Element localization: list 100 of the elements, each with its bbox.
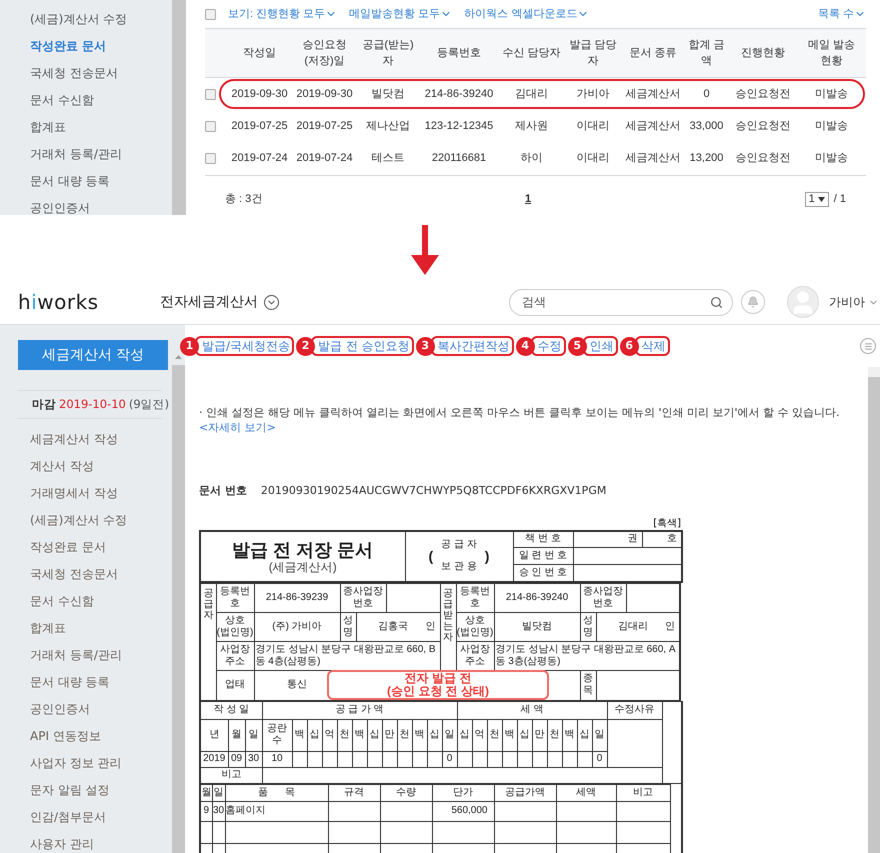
column-header: 등록번호: [436, 46, 482, 61]
action-link[interactable]: 삭제: [634, 336, 670, 356]
table-cell: 일: [212, 784, 225, 801]
invoice-title: 발급 전 저장 문서: [231, 539, 374, 561]
sidebar-item[interactable]: 인감/첨부문서: [30, 808, 172, 826]
number-badge: 6: [620, 336, 639, 356]
table-cell: 560,000: [432, 801, 494, 821]
column-header: 승인요청 (저장)일: [302, 38, 348, 69]
sidebar-item[interactable]: 거래처 등록/관리: [30, 646, 172, 664]
table-cell: 9: [200, 801, 212, 821]
checkbox[interactable]: [205, 8, 216, 20]
scroll-up-icon[interactable]: [175, 354, 182, 358]
action-link[interactable]: 발급 전 승인요청: [311, 336, 414, 356]
user-menu[interactable]: 가비아: [829, 293, 879, 311]
write-invoice-button[interactable]: 세금계산서 작성: [18, 340, 168, 370]
sidebar-item[interactable]: 합계표: [30, 118, 172, 136]
dropdown-icon[interactable]: [264, 294, 279, 310]
table-cell: 억: [322, 719, 338, 751]
action-link[interactable]: 복사간편작성: [430, 336, 514, 356]
sidebar-item[interactable]: 공인인증서: [30, 199, 172, 215]
sidebar-item[interactable]: 사용자 관리: [30, 835, 172, 853]
menu-icon[interactable]: [860, 338, 876, 354]
table-cell-text: 220116681: [430, 150, 488, 166]
table-cell: 책 번 호: [513, 530, 573, 548]
sidebar-item[interactable]: 사업자 정보 관리: [30, 754, 172, 772]
filter-dropdown[interactable]: 메일발송현황 모두: [349, 6, 452, 22]
sidebar-item[interactable]: 문자 알림 설정: [30, 781, 172, 799]
filter-dropdown[interactable]: 보기: 진행현황 모두: [228, 6, 338, 22]
avatar[interactable]: [787, 286, 819, 318]
sidebar-item[interactable]: 국세청 전송문서: [30, 565, 172, 583]
number-badge: 3: [416, 336, 435, 356]
table-cell: 등록번호: [216, 583, 254, 612]
column-header: 발급 담당자: [568, 38, 618, 69]
table-cell-text: 123-12-12345: [424, 118, 494, 134]
sidebar-item[interactable]: API 연동정보: [30, 727, 172, 745]
table-cell-text: 세금계산서: [624, 86, 682, 102]
scrollbar[interactable]: [868, 367, 880, 853]
sidebar-item[interactable]: 합계표: [30, 619, 172, 637]
scrollbar[interactable]: [172, 348, 185, 853]
sidebar-item[interactable]: 문서 대량 등록: [30, 172, 172, 190]
sidebar-item[interactable]: 국세청 전송문서: [30, 64, 172, 82]
table-cell-text: 214-86-39240: [424, 86, 494, 102]
details-link[interactable]: <자세히 보기>: [199, 421, 276, 434]
table-cell: 억: [472, 719, 488, 751]
notification-button[interactable]: [741, 290, 765, 314]
sidebar-item[interactable]: 문서 수신함: [30, 592, 172, 610]
representative-name: 김대리: [616, 620, 649, 632]
table-cell: 만: [382, 719, 398, 751]
action-link[interactable]: 인쇄: [582, 336, 618, 356]
checkbox[interactable]: [205, 120, 216, 132]
sidebar-item[interactable]: 작성완료 문서: [30, 538, 172, 556]
scrollbar[interactable]: [172, 0, 186, 215]
table-cell-text: 미발송: [814, 86, 849, 102]
table-cell-text: 이대리: [576, 150, 610, 166]
table-cell: 십: [457, 719, 472, 751]
table-cell: 규격: [328, 784, 380, 801]
table-cell-text: 세금계산서: [624, 118, 682, 134]
table-cell: 품 목: [225, 784, 328, 801]
table-cell: 비고: [200, 767, 262, 783]
sidebar-item[interactable]: 문서 대량 등록: [30, 673, 172, 691]
table-cell: 공급가액: [494, 784, 556, 801]
table-cell: 상호 (법인명): [456, 612, 494, 641]
action-link[interactable]: 발급/국세청전송: [195, 336, 294, 356]
checkbox[interactable]: [205, 88, 216, 100]
copy-type-label: 공 급 자: [441, 539, 477, 551]
number-badge: 2: [296, 336, 316, 356]
sidebar-item[interactable]: (세금)계산서 수정: [30, 10, 172, 28]
sidebar-item[interactable]: 작성완료 문서: [30, 37, 172, 55]
logo[interactable]: hiworks: [18, 287, 160, 317]
sidebar-item[interactable]: 거래처 등록/관리: [30, 145, 172, 163]
checkbox[interactable]: [205, 152, 216, 164]
page-link[interactable]: 1: [525, 191, 532, 208]
table-cell-text: 승인요청전: [734, 86, 792, 102]
caret-icon: [818, 197, 825, 202]
app-title[interactable]: 전자세금계산서: [160, 292, 258, 312]
table-cell: 30: [212, 801, 225, 821]
sidebar-item[interactable]: 문서 수신함: [30, 91, 172, 109]
sidebar-item[interactable]: 세금계산서 작성: [30, 430, 172, 448]
table-cell-text: 김대리: [514, 86, 549, 102]
table-cell: 백: [412, 719, 428, 751]
page-count: / 1: [834, 192, 846, 208]
sidebar-item[interactable]: 공인인증서: [30, 700, 172, 718]
document-number: 20190930190254AUCGWV7CHWYP5Q8TCCPDF6KXRGXV1PGM: [260, 483, 606, 499]
filter-dropdown[interactable]: 하이웍스 엑셀다운로드: [464, 6, 590, 22]
table-cell-text: 미발송: [814, 118, 849, 134]
search-icon[interactable]: [710, 296, 723, 308]
table-cell: 십: [577, 719, 592, 751]
page-select[interactable]: 1: [804, 192, 829, 207]
search-field[interactable]: 검색: [509, 288, 733, 316]
table-cell: 백: [502, 719, 518, 751]
sidebar-item[interactable]: 계산서 작성: [30, 457, 172, 475]
table-cell-text: 13,200: [688, 150, 724, 166]
table-cell: 십: [367, 719, 382, 751]
number-badge: 4: [516, 336, 535, 356]
list-count-dropdown[interactable]: 목록 수: [818, 6, 866, 22]
action-link[interactable]: 수정: [530, 336, 566, 356]
sidebar-item[interactable]: (세금)계산서 수정: [30, 511, 172, 529]
table-cell: 공급자: [200, 583, 216, 700]
table-cell: 월: [200, 784, 212, 801]
sidebar-item[interactable]: 거래명세서 작성: [30, 484, 172, 502]
